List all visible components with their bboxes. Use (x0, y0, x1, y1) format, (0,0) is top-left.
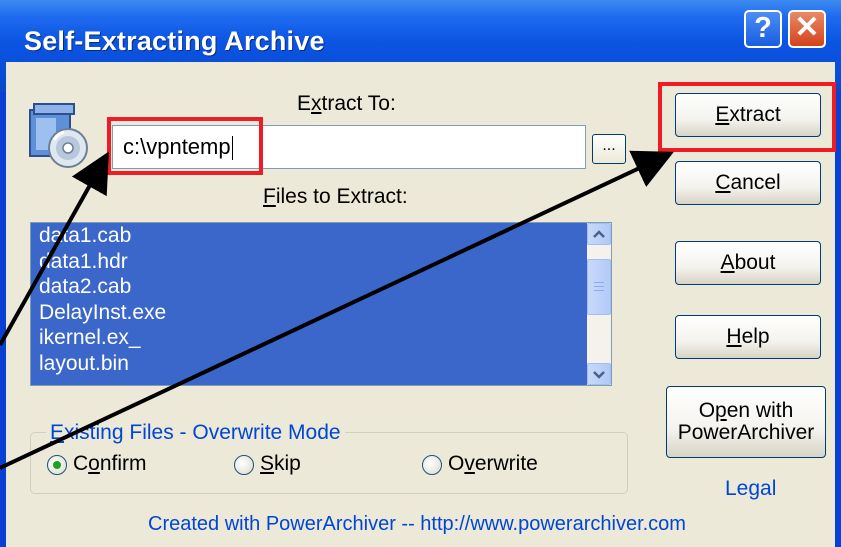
dialog-window: Self-Extracting Archive ? ✕ Extract To: … (0, 0, 841, 547)
arrow-to-extract (0, 150, 674, 470)
annotation-arrows (0, 150, 674, 470)
arrow-to-path (0, 151, 109, 346)
